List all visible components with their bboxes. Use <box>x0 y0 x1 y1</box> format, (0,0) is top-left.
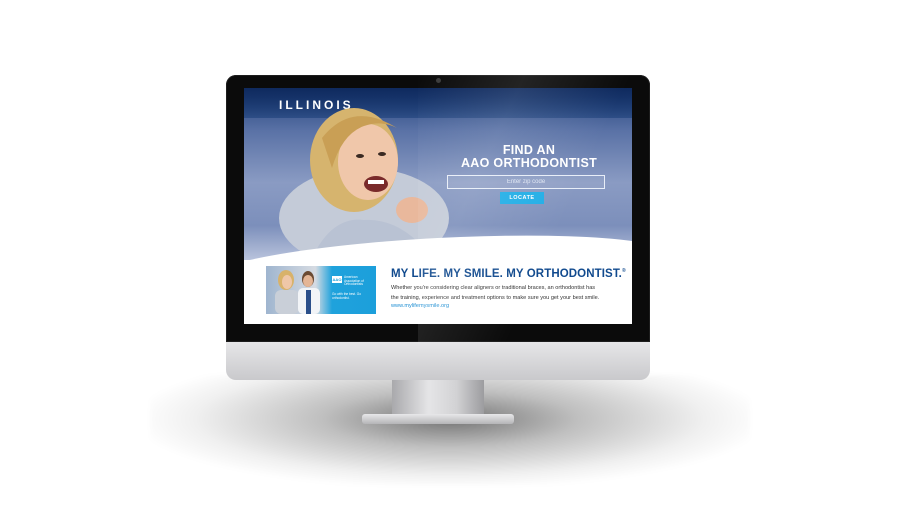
cta-line-2: AAO ORTHODONTIST <box>460 156 598 170</box>
aao-org-line-3: Orthodontists <box>344 282 363 287</box>
promo-headline: MY LIFE. MY SMILE. MY ORTHODONTIST.® <box>391 268 627 280</box>
promo-body-line-2: the training, experience and treatment o… <box>391 295 600 301</box>
promo-body: Whether you're considering clear aligner… <box>391 283 627 303</box>
promo-body-line-1: Whether you're considering clear aligner… <box>391 285 596 291</box>
hero-banner: ILLINOIS FIND AN AAO ORTHODONTIST LOCATE <box>244 88 632 260</box>
zip-code-input[interactable] <box>447 175 605 189</box>
aao-logo: AAO <box>332 276 342 283</box>
hero-woman-image <box>279 108 449 258</box>
promo-ad-image: AAO American Association of Orthodontist… <box>266 266 376 314</box>
website-screen: ILLINOIS FIND AN AAO ORTHODONTIST LOCATE <box>244 88 632 324</box>
monitor-chin <box>226 342 650 380</box>
promo-headline-text: MY LIFE. MY SMILE. MY ORTHODONTIST. <box>391 268 622 280</box>
locate-button[interactable]: LOCATE <box>500 192 544 204</box>
trademark-symbol: ® <box>621 268 626 274</box>
monitor-stand-neck <box>392 380 484 416</box>
aao-tagline: Go with the best. Go orthodontist. <box>332 292 362 300</box>
website-link[interactable]: www.mylifemysmile.org <box>391 303 449 309</box>
monitor-stand-foot <box>362 414 514 424</box>
ad-people-image <box>275 270 320 314</box>
find-orthodontist-heading: FIND AN AAO ORTHODONTIST <box>444 144 614 170</box>
camera-dot-icon <box>436 78 441 83</box>
